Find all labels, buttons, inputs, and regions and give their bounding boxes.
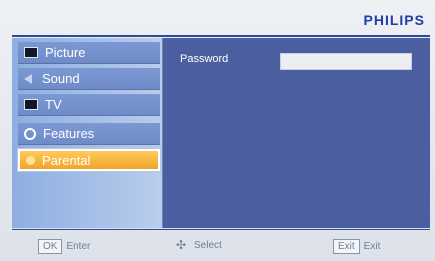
- header-divider: [12, 35, 430, 37]
- ok-key[interactable]: OK: [38, 239, 63, 254]
- main-menu: Picture Sound TV Features Parental: [12, 38, 163, 228]
- brand-logo: PHILIPS: [363, 12, 425, 28]
- menu-item-label: Sound: [42, 71, 80, 86]
- menu-item-tv[interactable]: TV: [18, 94, 160, 116]
- menu-item-label: TV: [45, 97, 62, 112]
- tv-icon: [24, 99, 38, 110]
- menu-item-picture[interactable]: Picture: [18, 42, 160, 64]
- exit-key[interactable]: Exit: [333, 239, 360, 254]
- menu-item-features[interactable]: Features: [18, 123, 160, 145]
- enter-hint: OK Enter: [38, 239, 90, 254]
- password-field[interactable]: [280, 53, 412, 70]
- menu-item-label: Picture: [45, 45, 86, 60]
- exit-hint: Exit Exit: [333, 239, 380, 254]
- select-hint: ✣ Select: [176, 239, 222, 251]
- footer-hints: OK Enter ✣ Select Exit Exit: [0, 236, 435, 256]
- menu-item-parental[interactable]: Parental: [18, 149, 160, 171]
- footer-divider: [12, 229, 430, 230]
- tv-icon: [24, 47, 38, 58]
- speaker-icon: [24, 73, 32, 84]
- tv-osd-screen: PHILIPS Picture Sound TV Features Parent…: [0, 0, 435, 261]
- enter-label: Enter: [66, 241, 91, 252]
- lock-icon: [26, 155, 35, 165]
- dpad-icon: ✣: [176, 238, 187, 252]
- settings-panel: Password: [163, 38, 430, 228]
- menu-item-sound[interactable]: Sound: [18, 68, 160, 90]
- gear-icon: [24, 127, 36, 140]
- password-label: Password: [180, 53, 229, 65]
- exit-label: Exit: [363, 241, 381, 252]
- select-label: Select: [194, 239, 222, 251]
- menu-item-label: Features: [43, 126, 95, 141]
- menu-item-label: Parental: [42, 152, 91, 168]
